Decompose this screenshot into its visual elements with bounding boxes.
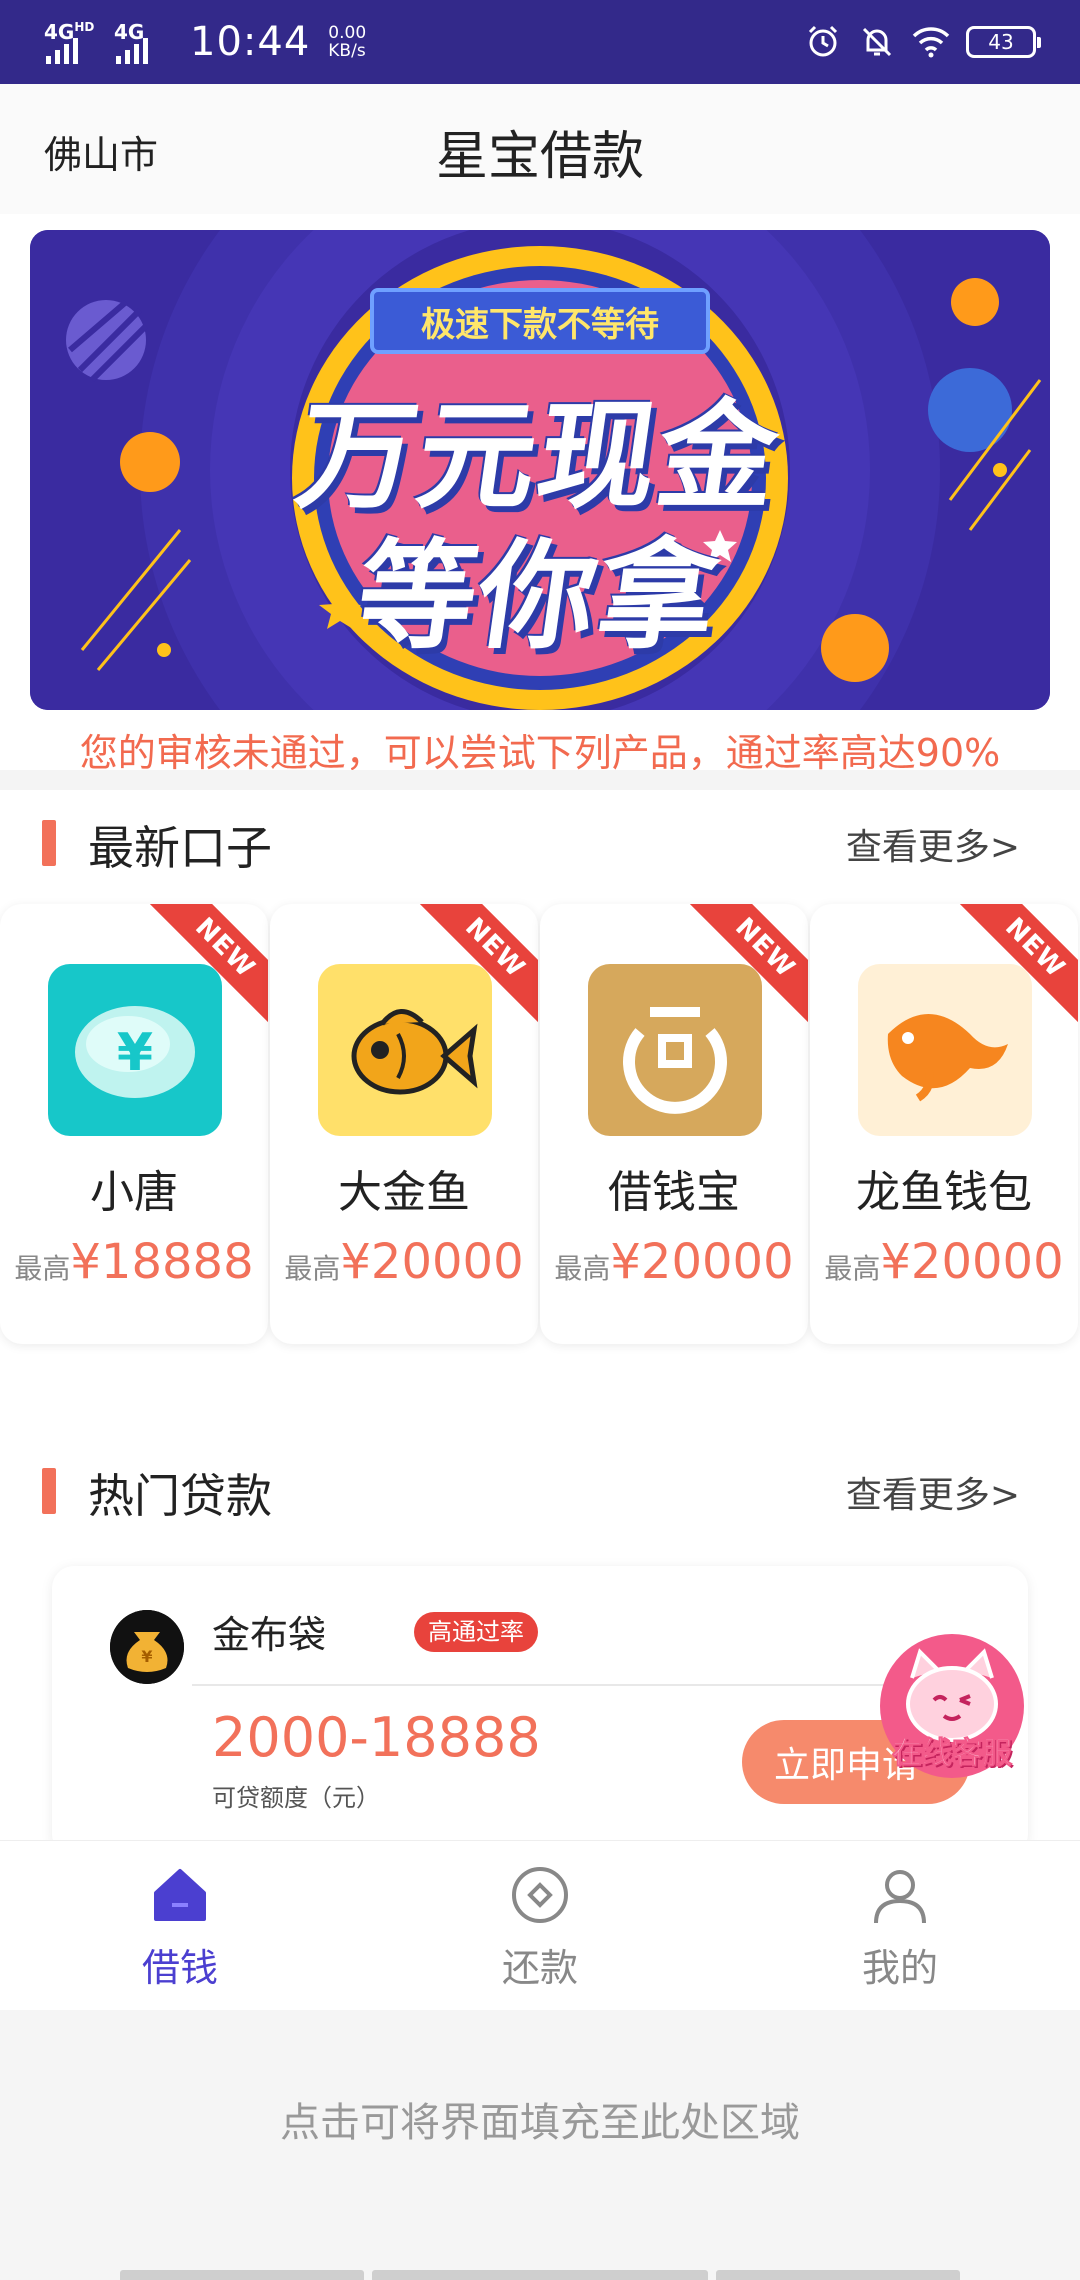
product-name: 龙鱼钱包 bbox=[856, 1167, 1032, 1218]
online-service-label: 在线客服 bbox=[892, 1736, 1013, 1772]
carp-logo-icon bbox=[858, 964, 1032, 1136]
limit-prefix: 最高 bbox=[284, 1252, 341, 1285]
section-marker bbox=[42, 820, 56, 866]
network-sup: HD bbox=[74, 20, 95, 34]
network-speed: 0.00 KB/s bbox=[328, 24, 366, 60]
product-card-longyu[interactable]: NEW 龙鱼钱包 最高¥20000 bbox=[810, 904, 1078, 1344]
section-divider bbox=[0, 770, 1080, 790]
speed-value: 0.00 bbox=[328, 23, 367, 43]
limit-amount: ¥20000 bbox=[880, 1234, 1064, 1290]
status-bar: 4GHD 4G 10:44 0.00 KB/s 43 bbox=[0, 0, 1080, 84]
section-marker bbox=[42, 1468, 56, 1514]
tab-repay[interactable]: 还款 bbox=[440, 1865, 640, 2005]
latest-see-more-link[interactable]: 查看更多> bbox=[846, 818, 1020, 870]
signal-bars-2-icon bbox=[116, 38, 148, 64]
latest-section-header: 最新口子 查看更多> bbox=[0, 800, 1080, 880]
fill-hint-text: 点击可将界面填充至此处区域 bbox=[280, 2100, 800, 2146]
product-limit: 最高¥20000 bbox=[540, 1234, 808, 1290]
tab-mine[interactable]: 我的 bbox=[800, 1865, 1000, 2005]
status-time: 10:44 bbox=[190, 19, 311, 65]
xiaotang-logo-icon: ¥ bbox=[48, 964, 222, 1136]
bottom-strip bbox=[716, 2270, 960, 2280]
bottom-strip bbox=[372, 2270, 708, 2280]
alarm-icon bbox=[804, 23, 842, 61]
bottom-tab-bar: 借钱 还款 我的 bbox=[0, 1840, 1080, 2010]
product-limit: 最高¥20000 bbox=[810, 1234, 1078, 1290]
limit-amount: ¥20000 bbox=[610, 1234, 794, 1290]
pass-rate-badge: 高通过率 bbox=[414, 1612, 538, 1652]
banner-headline-2: 等你拿 bbox=[348, 527, 729, 665]
network-indicator-1: 4GHD bbox=[44, 18, 100, 66]
loan-name: 金布袋 bbox=[212, 1613, 327, 1657]
product-limit: 最高¥18888 bbox=[0, 1234, 268, 1290]
hot-section-header: 热门贷款 查看更多> bbox=[0, 1448, 1080, 1528]
product-card-dajinyu[interactable]: NEW 大金鱼 最高¥20000 bbox=[270, 904, 538, 1344]
home-icon bbox=[150, 1865, 210, 1925]
audit-notice: 您的审核未通过，可以尝试下列产品，通过率高达90% bbox=[79, 731, 1001, 775]
product-name: 小唐 bbox=[90, 1167, 178, 1218]
tab-borrow[interactable]: 借钱 bbox=[80, 1865, 280, 2005]
latest-section-title: 最新口子 bbox=[88, 821, 272, 875]
status-right: 43 bbox=[804, 20, 1041, 64]
limit-prefix: 最高 bbox=[14, 1252, 71, 1285]
product-card-jieqianbao[interactable]: NEW 借钱宝 最高¥20000 bbox=[540, 904, 808, 1344]
online-service-button[interactable]: 在线客服 bbox=[874, 1630, 1030, 1790]
latest-products-row: NEW ¥ 小唐 最高¥18888 NEW 大金鱼 最高¥20000 NEW 借… bbox=[0, 904, 1080, 1346]
signal-bars-1-icon bbox=[46, 38, 78, 64]
coin-logo-icon bbox=[588, 964, 762, 1136]
loan-amount-range: 2000-18888 bbox=[212, 1706, 541, 1769]
network-indicator-2: 4G bbox=[114, 18, 170, 66]
tab-label: 我的 bbox=[861, 1946, 938, 1990]
wifi-icon bbox=[912, 23, 950, 61]
product-limit: 最高¥20000 bbox=[270, 1234, 538, 1290]
banner-text-layer: 极速下款不等待 万元现金 等你拿 bbox=[30, 230, 1050, 710]
speed-unit: KB/s bbox=[328, 41, 366, 61]
limit-prefix: 最高 bbox=[824, 1252, 881, 1285]
hot-section-title: 热门贷款 bbox=[88, 1469, 272, 1523]
tab-label: 借钱 bbox=[141, 1946, 218, 1990]
bell-off-icon bbox=[858, 23, 896, 61]
product-name: 大金鱼 bbox=[338, 1167, 470, 1218]
status-left: 4GHD 4G 10:44 0.00 KB/s bbox=[44, 14, 366, 70]
fill-area[interactable]: 点击可将界面填充至此处区域 bbox=[0, 2010, 1080, 2280]
hot-see-more-link[interactable]: 查看更多> bbox=[846, 1466, 1020, 1518]
goldfish-logo-icon bbox=[318, 964, 492, 1136]
banner-tag: 极速下款不等待 bbox=[370, 288, 710, 354]
svg-text:¥: ¥ bbox=[141, 1647, 152, 1666]
limit-prefix: 最高 bbox=[554, 1252, 611, 1285]
limit-amount: ¥20000 bbox=[340, 1234, 524, 1290]
svg-text:¥: ¥ bbox=[117, 1023, 153, 1083]
loan-amount-caption: 可贷额度（元） bbox=[212, 1784, 380, 1812]
user-icon bbox=[870, 1865, 930, 1925]
limit-amount: ¥18888 bbox=[70, 1234, 254, 1290]
top-header: 佛山市 星宝借款 bbox=[0, 84, 1080, 214]
battery-icon: 43 bbox=[966, 26, 1041, 58]
money-bag-logo-icon: ¥ bbox=[110, 1610, 184, 1684]
page-title: 星宝借款 bbox=[435, 127, 644, 187]
battery-level: 43 bbox=[988, 30, 1014, 54]
product-name: 借钱宝 bbox=[608, 1167, 740, 1218]
loan-divider bbox=[192, 1684, 988, 1686]
tab-label: 还款 bbox=[501, 1946, 578, 1990]
repay-icon bbox=[510, 1865, 570, 1925]
bottom-strip bbox=[120, 2270, 364, 2280]
promo-banner[interactable]: 极速下款不等待 万元现金 等你拿 bbox=[30, 230, 1050, 710]
product-card-xiaotang[interactable]: NEW ¥ 小唐 最高¥18888 bbox=[0, 904, 268, 1344]
